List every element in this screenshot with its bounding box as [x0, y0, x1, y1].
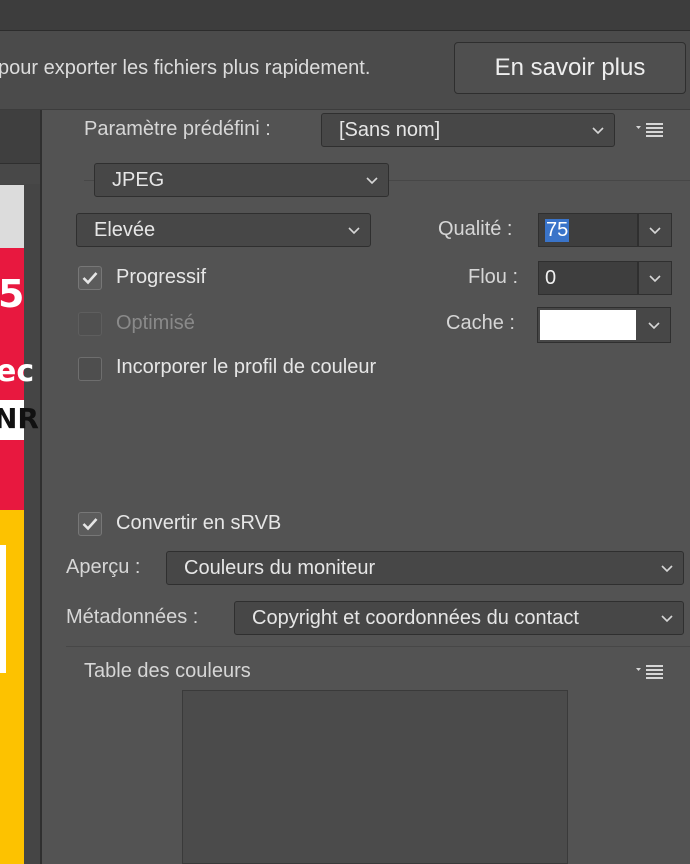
chevron-down-icon	[347, 223, 361, 237]
format-value: JPEG	[112, 168, 165, 191]
blur-input[interactable]: 0	[538, 261, 638, 295]
metadata-label: Métadonnées :	[66, 606, 199, 628]
quality-preset-dropdown[interactable]: Elevée	[76, 213, 371, 247]
chevron-down-icon	[648, 223, 662, 237]
quality-input[interactable]: 75	[538, 213, 638, 247]
color-table-box[interactable]	[182, 690, 568, 864]
preview-tab[interactable]	[0, 110, 40, 164]
format-dropdown[interactable]: JPEG	[94, 163, 389, 197]
preview-text-3: NR	[0, 402, 39, 435]
learn-more-button[interactable]: En savoir plus	[454, 42, 686, 94]
chevron-down-icon	[648, 271, 662, 285]
convert-srgb-label: Convertir en sRVB	[116, 512, 282, 534]
preview-value: Couleurs du moniteur	[184, 556, 376, 579]
preset-dropdown[interactable]: [Sans nom]	[321, 113, 615, 147]
window-titlebar	[0, 0, 690, 31]
color-table-label: Table des couleurs	[84, 660, 251, 682]
progressive-label: Progressif	[116, 266, 207, 288]
metadata-value: Copyright et coordonnées du contact	[252, 606, 579, 629]
quality-value: 75	[545, 218, 570, 242]
separator	[66, 646, 690, 647]
matte-color-swatch	[540, 310, 636, 340]
quality-label: Qualité :	[438, 218, 513, 240]
progressive-checkbox[interactable]	[78, 266, 102, 290]
optimized-label: Optimisé	[116, 312, 195, 334]
panel-menu-icon[interactable]	[636, 664, 664, 685]
embed-profile-checkbox[interactable]	[78, 357, 102, 381]
preview-text-2: ec	[0, 354, 35, 389]
embed-profile-label: Incorporer le profil de couleur	[116, 356, 377, 378]
checkmark-icon	[82, 272, 98, 285]
panel-menu-icon[interactable]	[636, 122, 664, 143]
preset-label: Paramètre prédéfini :	[84, 118, 271, 140]
matte-dropdown[interactable]	[537, 307, 671, 343]
convert-srgb-checkbox[interactable]	[78, 512, 102, 536]
optimized-checkbox[interactable]	[78, 312, 102, 336]
preview-image-white-area	[0, 545, 6, 673]
blur-value: 0	[545, 266, 557, 289]
chevron-down-icon	[660, 611, 674, 625]
separator	[389, 180, 690, 181]
matte-label: Cache :	[446, 312, 515, 334]
separator	[84, 180, 94, 181]
preview-label: Aperçu :	[66, 556, 141, 578]
blur-slider-button[interactable]	[638, 261, 672, 295]
preset-value: [Sans nom]	[339, 118, 441, 141]
chevron-down-icon	[647, 318, 661, 332]
chevron-down-icon	[660, 561, 674, 575]
quality-slider-button[interactable]	[638, 213, 672, 247]
chevron-down-icon	[365, 173, 379, 187]
info-message: pour exporter les fichiers plus rapideme…	[0, 57, 371, 79]
preview-dropdown[interactable]: Couleurs du moniteur	[166, 551, 684, 585]
panel-divider	[40, 110, 42, 864]
preview-text-1: 5	[0, 272, 25, 316]
blur-label: Flou :	[468, 266, 519, 288]
preview-tab-strip	[0, 164, 40, 184]
quality-preset-value: Elevée	[94, 218, 156, 241]
checkmark-icon	[82, 518, 98, 531]
metadata-dropdown[interactable]: Copyright et coordonnées du contact	[234, 601, 684, 635]
chevron-down-icon	[591, 123, 605, 137]
